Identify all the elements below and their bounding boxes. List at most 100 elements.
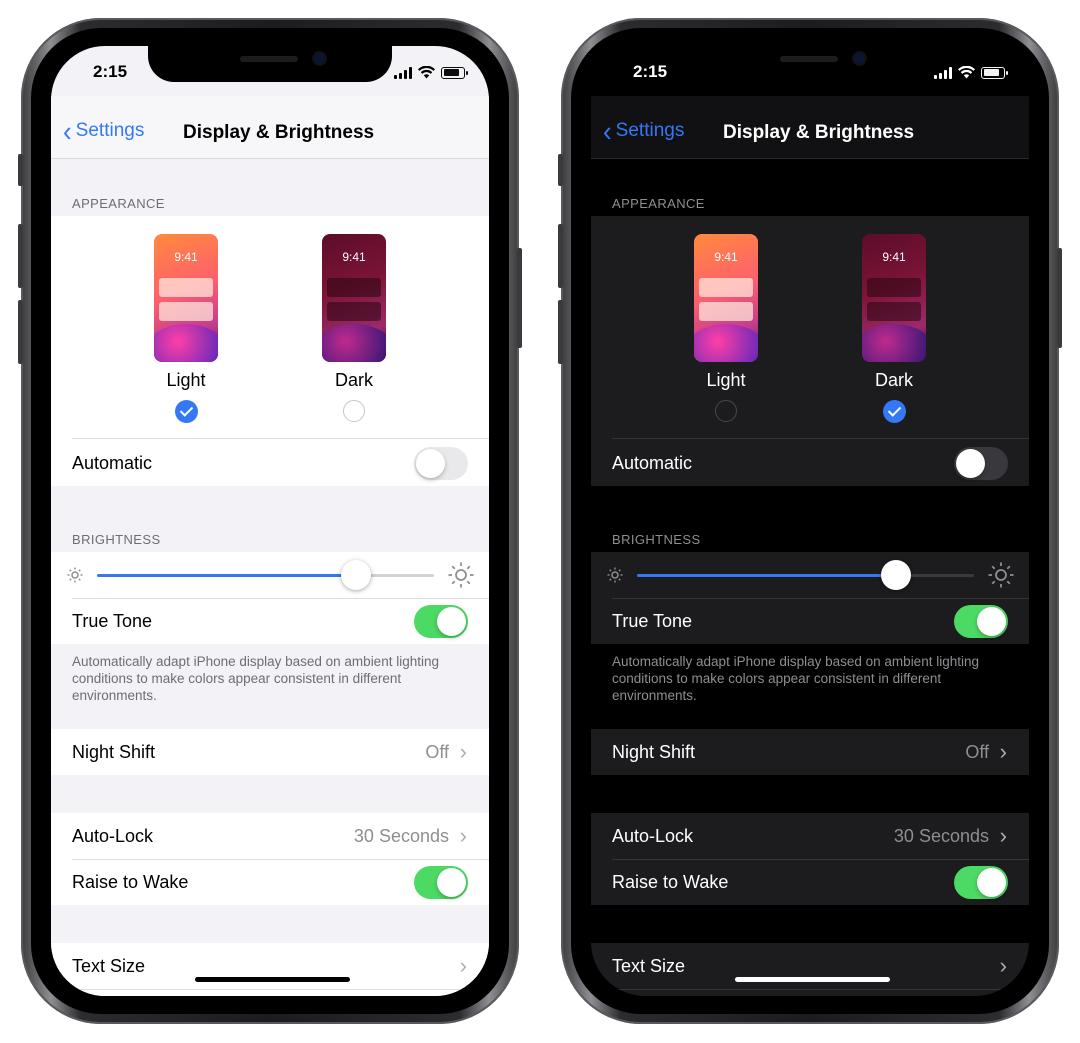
toggle-knob [437,868,466,897]
preview-notification [159,302,213,321]
light-option-radio[interactable] [715,400,737,422]
raise-to-wake-label: Raise to Wake [72,872,189,892]
raise-to-wake-label: Raise to Wake [612,872,729,892]
signal-icon [394,66,412,79]
chevron-right-icon: › [459,739,467,764]
notch [688,46,932,82]
preview-wallpaper [862,324,926,362]
lock-group: Auto-Lock 30 Seconds › Raise to Wake [591,813,1029,905]
status-time: 2:15 [93,62,128,81]
true-tone-row[interactable]: True Tone [591,598,1029,644]
true-tone-label: True Tone [72,611,153,631]
auto-lock-label: Auto-Lock [72,826,154,846]
raise-to-wake-row[interactable]: Raise to Wake [51,859,489,905]
sun-small-icon [67,567,83,583]
automatic-label: Automatic [612,453,693,473]
true-tone-description: Automatically adapt iPhone display based… [612,654,979,703]
auto-lock-label: Auto-Lock [612,826,694,846]
night-shift-group: Night Shift Off › [591,729,1029,775]
brightness-knob[interactable] [341,560,372,590]
appearance-header: APPEARANCE [72,196,165,211]
back-button-label: Settings [615,120,685,141]
automatic-toggle[interactable] [954,447,1008,480]
dark-option-radio[interactable] [883,400,906,423]
brightness-knob[interactable] [881,560,912,590]
front-camera [314,53,325,64]
night-shift-label: Night Shift [72,742,156,762]
screen: 2:15 ‹ Settings Display & Brightness APP… [51,46,489,996]
night-shift-row[interactable]: Night Shift Off › [591,729,1029,775]
true-tone-description: Automatically adapt iPhone display based… [72,654,439,703]
preview-time: 9:41 [174,250,198,264]
preview-time: 9:41 [714,250,738,264]
raise-to-wake-toggle[interactable] [414,866,468,899]
text-size-row[interactable]: Text Size › [591,943,1029,989]
auto-lock-value: 30 Seconds [353,826,449,846]
home-indicator [195,977,350,982]
dark-mode-preview: 9:41 [322,234,386,362]
volume-up-button [18,224,23,288]
night-shift-row[interactable]: Night Shift Off › [51,729,489,775]
true-tone-toggle[interactable] [414,605,468,638]
dark-option-radio[interactable] [343,400,365,422]
preview-notification [327,302,381,321]
auto-lock-row[interactable]: Auto-Lock 30 Seconds › [51,813,489,859]
status-time: 2:15 [633,62,668,81]
true-tone-toggle[interactable] [954,605,1008,638]
chevron-left-icon: ‹ [603,113,612,147]
preview-wallpaper [154,324,218,362]
preview-notification [159,278,213,297]
automatic-row[interactable]: Automatic [591,440,1029,486]
automatic-row[interactable]: Automatic [51,440,489,486]
text-group: Text Size › Bold Text [51,943,489,996]
preview-wallpaper [694,324,758,362]
light-option-radio[interactable] [175,400,198,423]
raise-to-wake-toggle[interactable] [954,866,1008,899]
night-shift-value: Off [965,742,989,762]
preview-time: 9:41 [882,250,906,264]
toggle-knob [977,868,1006,897]
separator [612,438,1029,439]
back-button[interactable]: ‹ Settings [63,113,145,147]
dark-mode-preview: 9:41 [862,234,926,362]
mute-switch [18,154,23,186]
front-camera [854,53,865,64]
text-size-label: Text Size [72,956,146,976]
appearance-header: APPEARANCE [612,196,705,211]
chevron-left-icon: ‹ [63,113,72,147]
preview-notification [867,278,921,297]
back-button-label: Settings [75,120,145,141]
bold-text-row[interactable]: Bold Text [51,989,489,996]
iphone-light-mode: 2:15 ‹ Settings Display & Brightness APP… [18,18,522,1024]
light-option-label: Light [706,370,746,390]
wifi-icon [418,66,435,79]
dark-option-label: Dark [334,370,373,390]
bold-text-row[interactable]: Bold Text [591,989,1029,996]
chevron-right-icon: › [999,953,1007,978]
screen: 2:15 ‹ Settings Display & Brightness APP… [591,46,1029,996]
light-option-label: Light [166,370,206,390]
volume-up-button [558,224,563,288]
preview-wallpaper [322,324,386,362]
dark-option-label: Dark [874,370,913,390]
chevron-right-icon: › [999,823,1007,848]
mute-switch [558,154,563,186]
true-tone-row[interactable]: True Tone [51,598,489,644]
raise-to-wake-row[interactable]: Raise to Wake [591,859,1029,905]
brightness-group: True Tone [591,552,1029,644]
night-shift-group: Night Shift Off › [51,729,489,775]
page-title: Display & Brightness [723,122,915,143]
text-size-row[interactable]: Text Size › [51,943,489,989]
brightness-header: BRIGHTNESS [72,532,161,547]
home-indicator [735,977,890,982]
auto-lock-row[interactable]: Auto-Lock 30 Seconds › [591,813,1029,859]
volume-down-button [558,300,563,364]
lock-group: Auto-Lock 30 Seconds › Raise to Wake [51,813,489,905]
toggle-knob [437,607,466,636]
preview-notification [699,278,753,297]
battery-icon [441,66,468,79]
back-button[interactable]: ‹ Settings [603,113,685,147]
automatic-toggle[interactable] [414,447,468,480]
appearance-group: 9:41 Light 9:41 Dark Automatic [51,216,489,486]
text-size-label: Text Size [612,956,686,976]
